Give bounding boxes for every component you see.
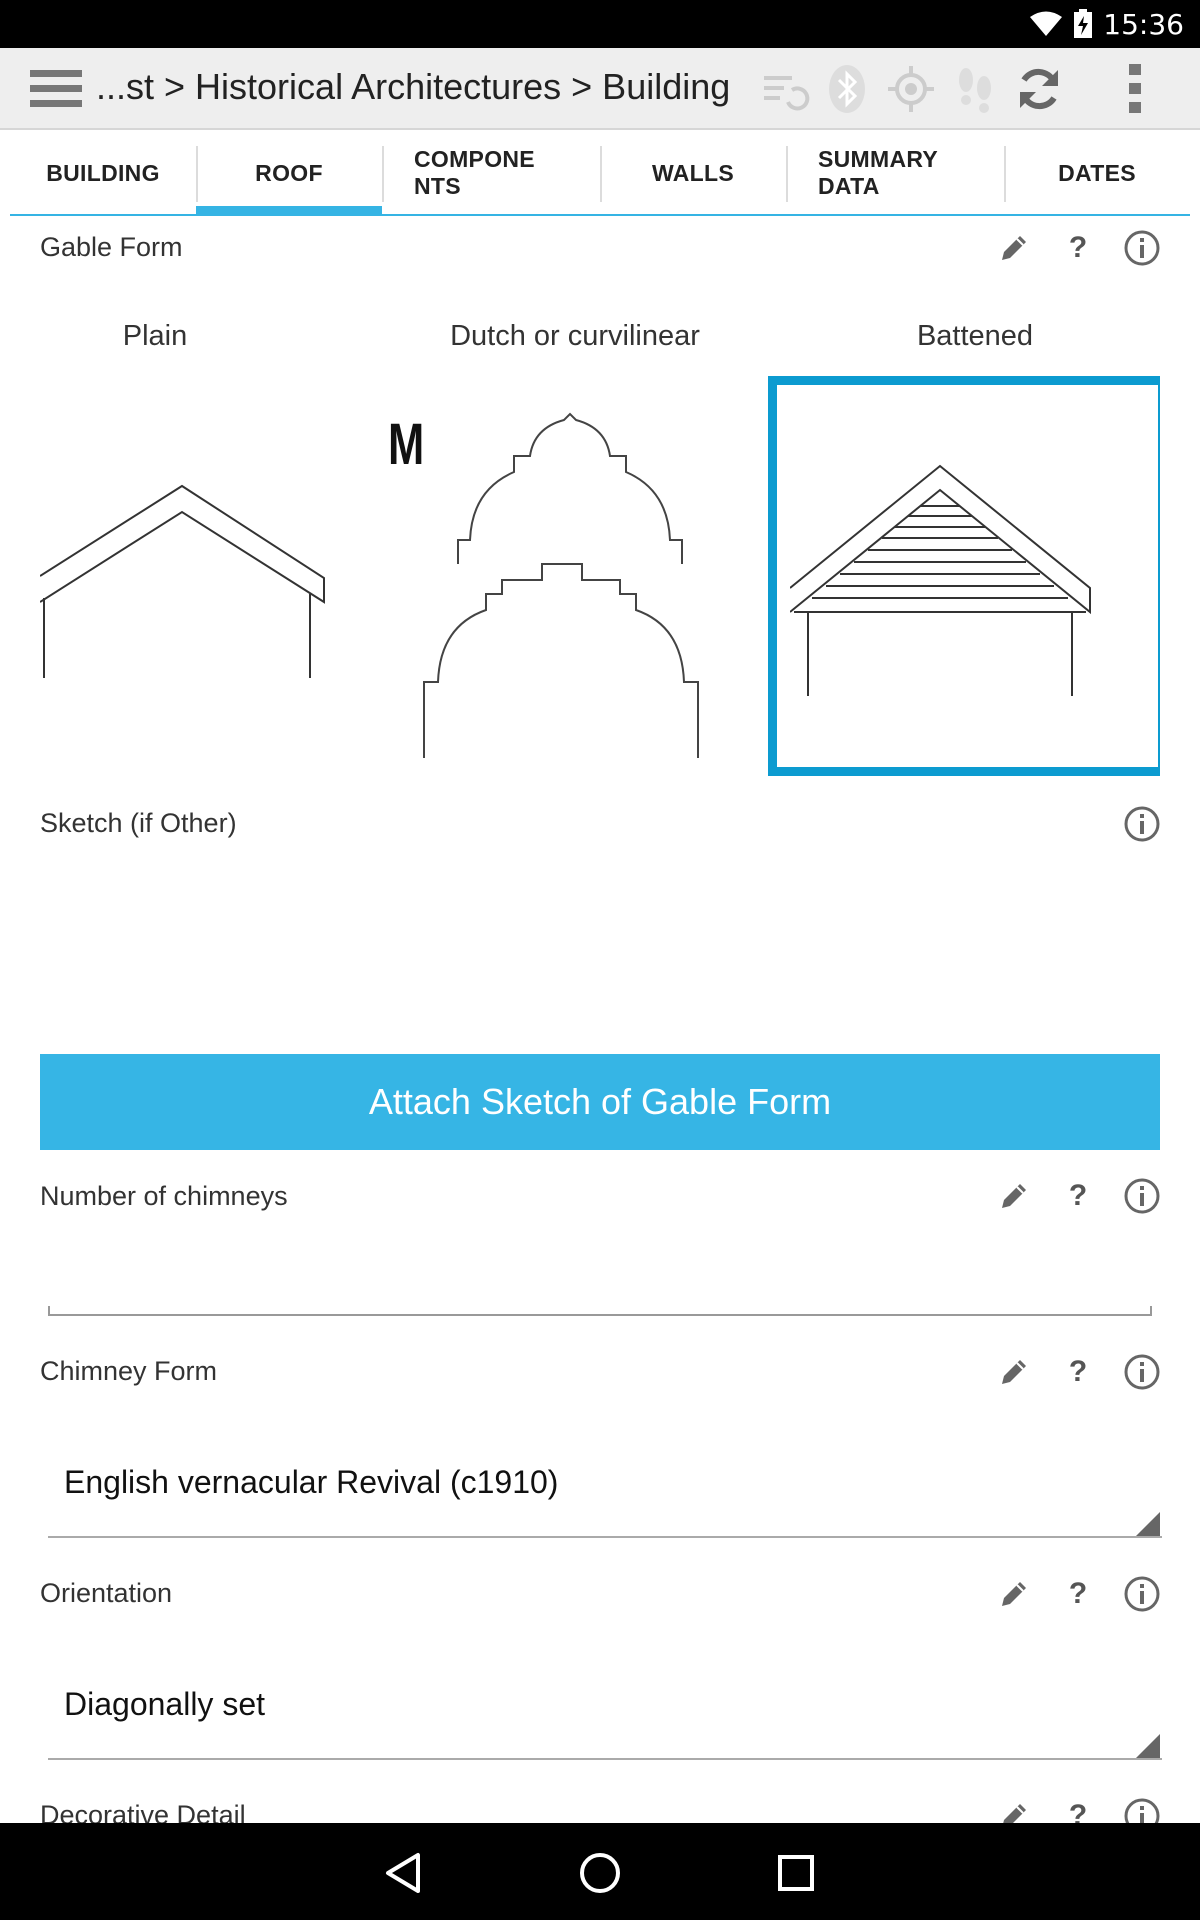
footsteps-icon[interactable] bbox=[948, 62, 1002, 116]
tab-summary-data-label: SUMMARY DATA bbox=[818, 146, 938, 199]
chimney-form-label: Chimney Form bbox=[40, 1356, 218, 1386]
decorative-detail-actions: ? bbox=[970, 1796, 1162, 1823]
system-nav-bar bbox=[0, 1823, 1200, 1920]
gable-option-label-dutch: Dutch or curvilinear bbox=[450, 320, 700, 352]
orientation-actions: ? bbox=[970, 1574, 1162, 1614]
sketch-label: Sketch (if Other) bbox=[40, 808, 237, 838]
back-icon[interactable] bbox=[376, 1845, 432, 1901]
plain-gable-image[interactable] bbox=[40, 478, 340, 698]
edit-pencil-icon[interactable] bbox=[994, 228, 1034, 268]
home-icon[interactable] bbox=[572, 1845, 628, 1901]
attach-sketch-button[interactable]: Attach Sketch of Gable Form bbox=[40, 1054, 1160, 1150]
recent-apps-icon[interactable] bbox=[768, 1845, 824, 1901]
tab-components[interactable]: COMPONE NTS bbox=[382, 132, 600, 214]
chimneys-label: Number of chimneys bbox=[40, 1181, 288, 1211]
roof-form[interactable]: Gable Form ? Plain Dutch or curvilinear … bbox=[10, 218, 1190, 1823]
overflow-menu-icon[interactable] bbox=[1108, 62, 1162, 116]
decorative-detail-label: Decorative Detail bbox=[40, 1800, 246, 1823]
info-icon[interactable] bbox=[1122, 1176, 1162, 1216]
edit-pencil-icon[interactable] bbox=[994, 1796, 1034, 1823]
wifi-icon bbox=[1030, 11, 1063, 36]
breadcrumb: ...st > Historical Architectures > Build… bbox=[96, 66, 731, 107]
tab-components-label: COMPONE NTS bbox=[414, 146, 535, 199]
chimneys-input[interactable] bbox=[48, 1228, 1152, 1288]
info-icon[interactable] bbox=[1122, 228, 1162, 268]
tab-roof[interactable]: ROOF bbox=[196, 132, 382, 216]
tab-walls[interactable]: WALLS bbox=[600, 132, 786, 214]
edit-pencil-icon[interactable] bbox=[994, 1176, 1034, 1216]
help-question-icon[interactable]: ? bbox=[1058, 228, 1098, 268]
dutch-gable-image[interactable]: M bbox=[388, 406, 748, 766]
help-question-icon[interactable]: ? bbox=[1058, 1796, 1098, 1823]
chimneys-input-underline bbox=[48, 1306, 1152, 1316]
chimneys-actions: ? bbox=[970, 1176, 1162, 1216]
battened-gable-image bbox=[790, 464, 1091, 696]
tab-building[interactable]: BUILDING bbox=[10, 132, 196, 214]
chimney-form-underline bbox=[48, 1536, 1162, 1538]
section-tabs: BUILDING ROOF COMPONE NTS WALLS SUMMARY … bbox=[10, 132, 1190, 216]
help-question-icon[interactable]: ? bbox=[1058, 1574, 1098, 1614]
battery-charging-icon bbox=[1074, 9, 1093, 38]
chimney-form-select[interactable]: English vernacular Revival (c1910) bbox=[64, 1464, 558, 1501]
gable-form-label: Gable Form bbox=[40, 232, 183, 262]
dropdown-caret-icon bbox=[1136, 1734, 1160, 1758]
help-question-icon[interactable]: ? bbox=[1058, 1352, 1098, 1392]
tab-summary-data[interactable]: SUMMARY DATA bbox=[786, 132, 1004, 214]
menu-icon[interactable] bbox=[30, 68, 82, 110]
help-question-icon[interactable]: ? bbox=[1058, 1176, 1098, 1216]
sync-queue-icon[interactable] bbox=[758, 62, 812, 116]
gable-option-label-battened: Battened bbox=[916, 320, 1034, 352]
app-toolbar: ...st > Historical Architectures > Build… bbox=[0, 48, 1200, 130]
info-icon[interactable] bbox=[1122, 1574, 1162, 1614]
orientation-select[interactable]: Diagonally set bbox=[64, 1686, 265, 1723]
gps-location-icon[interactable] bbox=[884, 62, 938, 116]
bluetooth-icon[interactable] bbox=[820, 62, 874, 116]
orientation-underline bbox=[48, 1758, 1162, 1760]
info-icon[interactable] bbox=[1122, 1352, 1162, 1392]
gable-form-actions: ? bbox=[970, 228, 1162, 268]
refresh-icon[interactable] bbox=[1012, 62, 1066, 116]
svg-text:M: M bbox=[388, 412, 424, 476]
info-icon[interactable] bbox=[1122, 804, 1162, 844]
chimney-form-actions: ? bbox=[970, 1352, 1162, 1392]
info-icon[interactable] bbox=[1122, 1796, 1162, 1823]
status-time: 15:36 bbox=[1103, 7, 1184, 41]
edit-pencil-icon[interactable] bbox=[994, 1574, 1034, 1614]
edit-pencil-icon[interactable] bbox=[994, 1352, 1034, 1392]
status-bar: 15:36 bbox=[0, 0, 1200, 48]
gable-option-label-plain: Plain bbox=[122, 320, 188, 352]
orientation-label: Orientation bbox=[40, 1578, 173, 1608]
tab-dates[interactable]: DATES bbox=[1004, 132, 1190, 214]
dropdown-caret-icon bbox=[1136, 1512, 1160, 1536]
sketch-actions bbox=[1098, 804, 1162, 844]
